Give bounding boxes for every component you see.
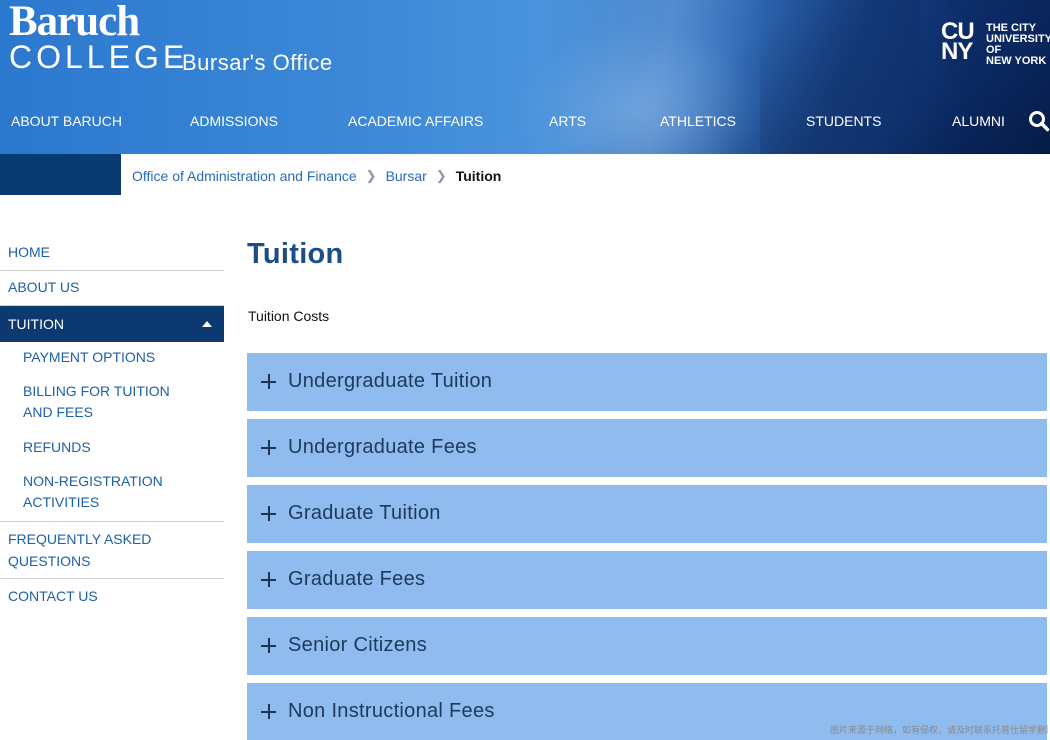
sidebar-item-non-registration[interactable]: NON-REGISTRATION ACTIVITIES	[0, 471, 224, 522]
sidebar-item-billing[interactable]: BILLING FOR TUITION AND FEES	[0, 381, 224, 423]
nav-about-baruch[interactable]: ABOUT BARUCH	[11, 113, 122, 129]
nav-academic-affairs[interactable]: ACADEMIC AFFAIRS	[348, 113, 483, 129]
accordion-label: Undergraduate Fees	[288, 436, 477, 458]
nav-students[interactable]: STUDENTS	[806, 113, 881, 129]
sidebar-item-label-line: ACTIVITIES	[23, 494, 100, 510]
plus-icon	[261, 440, 276, 455]
search-icon[interactable]	[1028, 110, 1050, 132]
plus-icon	[261, 572, 276, 587]
chevron-right-icon: ❯	[435, 168, 447, 183]
site-title[interactable]: Bursar's Office	[182, 50, 333, 76]
sidebar-item-refunds[interactable]: REFUNDS	[0, 437, 224, 458]
accordion-label: Senior Citizens	[288, 634, 428, 656]
cuny-text-line: NEW YORK	[986, 55, 1047, 67]
sidebar-item-label-line: AND FEES	[23, 404, 94, 420]
site-header: Baruch COLLEGE Bursar's Office CU NY THE…	[0, 0, 1050, 154]
cuny-wordmark: THE CITY UNIVERSITY OF NEW YORK	[986, 23, 1050, 67]
accordion-undergraduate-tuition[interactable]: Undergraduate Tuition	[247, 353, 1047, 411]
accordion-label: Non Instructional Fees	[288, 700, 495, 722]
sidebar-item-label-line: QUESTIONS	[8, 553, 91, 569]
breadcrumb-current: Tuition	[455, 168, 502, 184]
plus-icon	[261, 506, 276, 521]
accordion-undergraduate-fees[interactable]: Undergraduate Fees	[247, 419, 1047, 477]
plus-icon	[261, 374, 276, 389]
nav-alumni[interactable]: ALUMNI	[952, 113, 1005, 129]
sidebar-item-label-line: FREQUENTLY ASKED	[8, 531, 152, 547]
nav-athletics[interactable]: ATHLETICS	[660, 113, 736, 129]
logo-line-2: COLLEGE	[9, 39, 189, 75]
sidebar-item-home[interactable]: HOME	[0, 235, 224, 271]
breadcrumb-accent-block	[0, 154, 121, 195]
accordion-label: Undergraduate Tuition	[288, 370, 493, 392]
sidebar-item-faq[interactable]: FREQUENTLY ASKED QUESTIONS	[0, 528, 224, 579]
sidebar-item-label-line: NON-REGISTRATION	[23, 473, 163, 489]
nav-admissions[interactable]: ADMISSIONS	[190, 113, 278, 129]
sidebar-item-about-us[interactable]: ABOUT US	[0, 271, 224, 306]
sidebar-item-label-line: BILLING FOR TUITION	[23, 383, 170, 399]
sidebar-item-label: TUITION	[8, 316, 64, 332]
breadcrumb-link-bursar[interactable]: Bursar	[386, 168, 427, 184]
cuny-letters: CU NY	[941, 20, 985, 67]
cuny-logo[interactable]: CU NY THE CITY UNIVERSITY OF NEW YORK	[941, 20, 1050, 67]
nav-arts[interactable]: ARTS	[549, 113, 586, 129]
sidebar-item-payment-options[interactable]: PAYMENT OPTIONS	[0, 347, 224, 368]
intro-text: Tuition Costs	[248, 308, 330, 324]
chevron-right-icon: ❯	[365, 168, 377, 183]
main-nav: ABOUT BARUCH ADMISSIONS ACADEMIC AFFAIRS…	[0, 110, 1050, 134]
accordion-graduate-fees[interactable]: Graduate Fees	[247, 551, 1047, 609]
plus-icon	[261, 638, 276, 653]
sidebar-item-tuition[interactable]: TUITION	[0, 306, 224, 342]
breadcrumb-link-administration-finance[interactable]: Office of Administration and Finance	[132, 168, 357, 184]
caret-up-icon	[202, 321, 212, 327]
plus-icon	[261, 704, 276, 719]
accordion-label: Graduate Tuition	[288, 502, 441, 524]
cuny-letters-bottom: NY	[941, 38, 973, 65]
breadcrumb: Office of Administration and Finance ❯ B…	[132, 168, 501, 184]
page-title: Tuition	[247, 238, 344, 270]
image-watermark: 图片来源于网络，如有侵权，请及时联系托普仕留学删除	[830, 725, 1048, 735]
accordion-label: Graduate Fees	[288, 568, 426, 590]
baruch-college-logo[interactable]: Baruch COLLEGE	[9, 0, 189, 75]
accordion-graduate-tuition[interactable]: Graduate Tuition	[247, 485, 1047, 543]
accordion-senior-citizens[interactable]: Senior Citizens	[247, 617, 1047, 675]
sidebar-item-contact-us[interactable]: CONTACT US	[0, 585, 224, 609]
logo-line-1: Baruch	[9, 0, 140, 45]
